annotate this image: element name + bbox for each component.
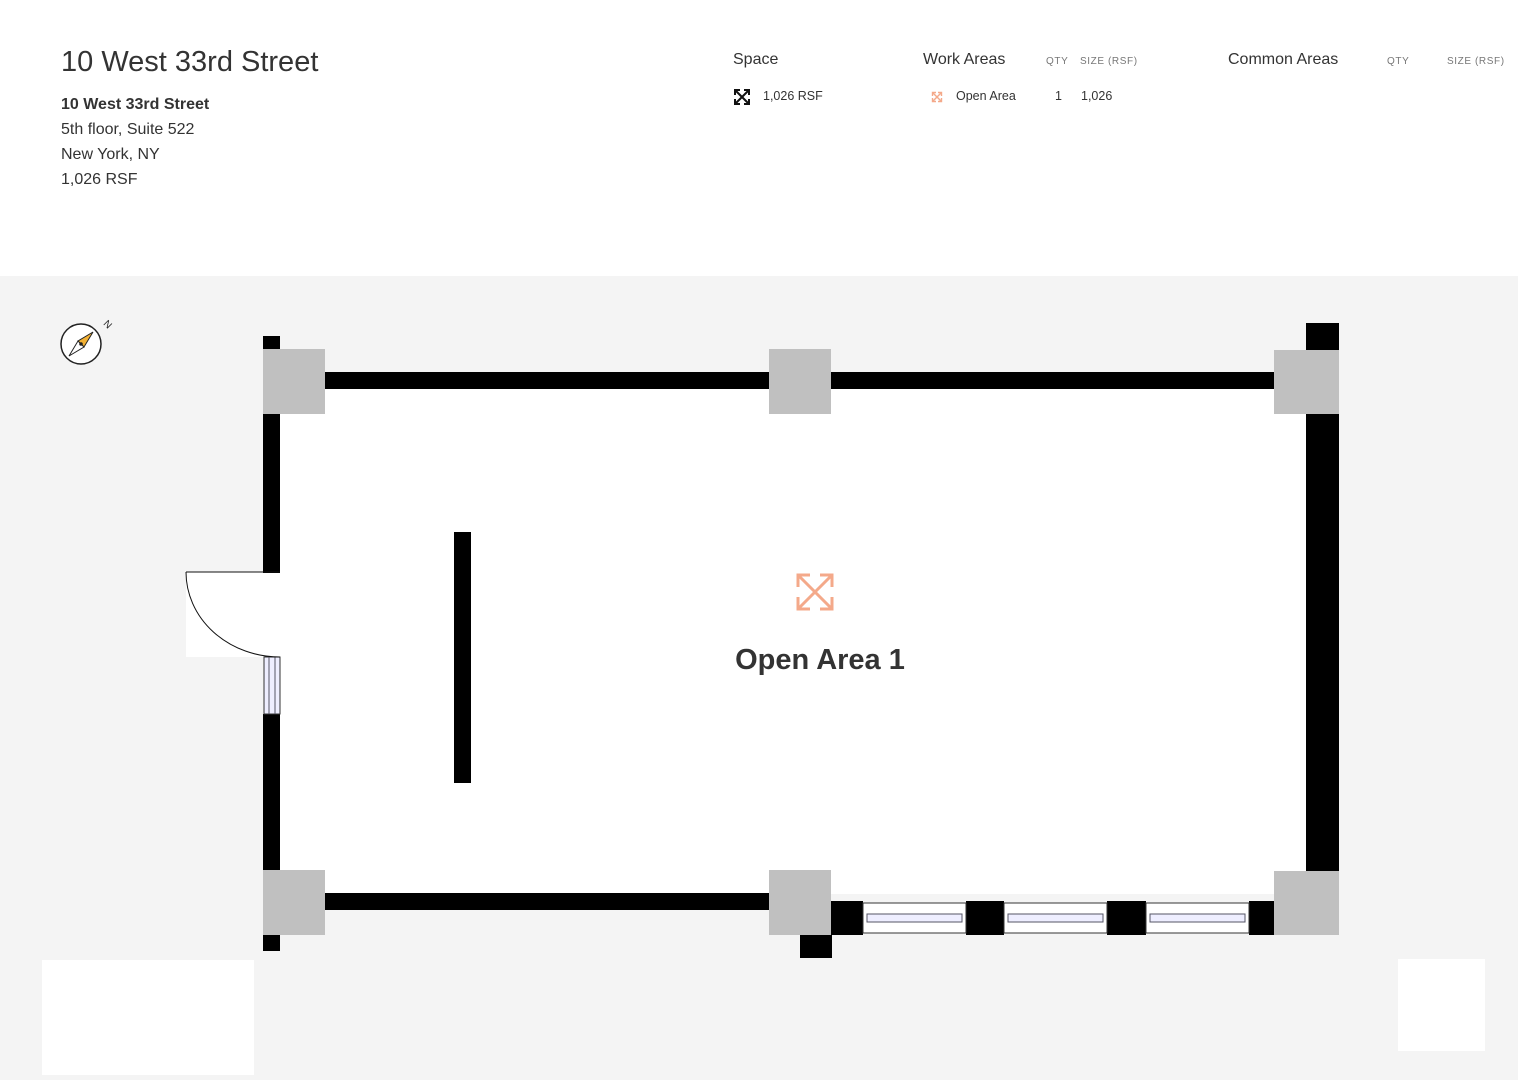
window (263, 656, 281, 715)
column (1274, 350, 1339, 414)
expand-arrows-icon (734, 89, 750, 105)
east-wall (1306, 323, 1339, 935)
address-size: 1,026 RSF (61, 171, 138, 188)
compass-icon (60, 323, 102, 365)
south-wall-pier (1249, 901, 1276, 935)
space-heading: Space (733, 51, 779, 68)
door-swing-area (186, 572, 280, 657)
compass-label: N (101, 318, 114, 331)
page-title: 10 West 33rd Street (61, 46, 319, 78)
address-name: 10 West 33rd Street (61, 96, 210, 113)
window (862, 902, 967, 934)
room-label: Open Area 1 (735, 644, 905, 676)
window (1145, 902, 1250, 934)
column (769, 349, 831, 414)
room-floor (280, 388, 1306, 894)
column (263, 870, 325, 935)
floorplan-drawing: N (42, 318, 1485, 1075)
common-areas-size-header: SIZE (RSF) (1447, 56, 1505, 67)
south-wall-pier (1107, 901, 1146, 935)
window (1003, 902, 1108, 934)
south-wall-pier (830, 901, 863, 935)
column (1274, 871, 1339, 935)
south-wall-left (280, 893, 770, 910)
exterior-block (1398, 959, 1485, 1051)
header: 10 West 33rd Street 10 West 33rd Street … (0, 0, 1518, 276)
common-areas-heading: Common Areas (1228, 51, 1339, 68)
address-line-1: 5th floor, Suite 522 (61, 121, 195, 138)
floorplan: N Open Area 1 (0, 276, 1518, 1080)
work-areas-heading: Work Areas (923, 51, 1006, 68)
partition-wall (454, 532, 471, 783)
work-area-size: 1,026 (1081, 89, 1113, 103)
column (769, 870, 831, 935)
south-wall-stub (800, 934, 832, 958)
floorplan-page: 10 West 33rd Street 10 West 33rd Street … (0, 0, 1518, 1080)
address-line-2: New York, NY (61, 146, 160, 163)
exterior-block (42, 960, 254, 1075)
expand-arrows-icon (931, 91, 943, 103)
common-areas-qty-header: QTY (1387, 56, 1410, 67)
work-areas-size-header: SIZE (RSF) (1080, 56, 1138, 67)
work-areas-qty-header: QTY (1046, 56, 1069, 67)
work-area-qty: 1 (1055, 89, 1062, 103)
space-value: 1,026 RSF (763, 89, 823, 103)
column (263, 349, 325, 414)
south-wall-pier (966, 901, 1004, 935)
work-area-name: Open Area (956, 89, 1016, 103)
